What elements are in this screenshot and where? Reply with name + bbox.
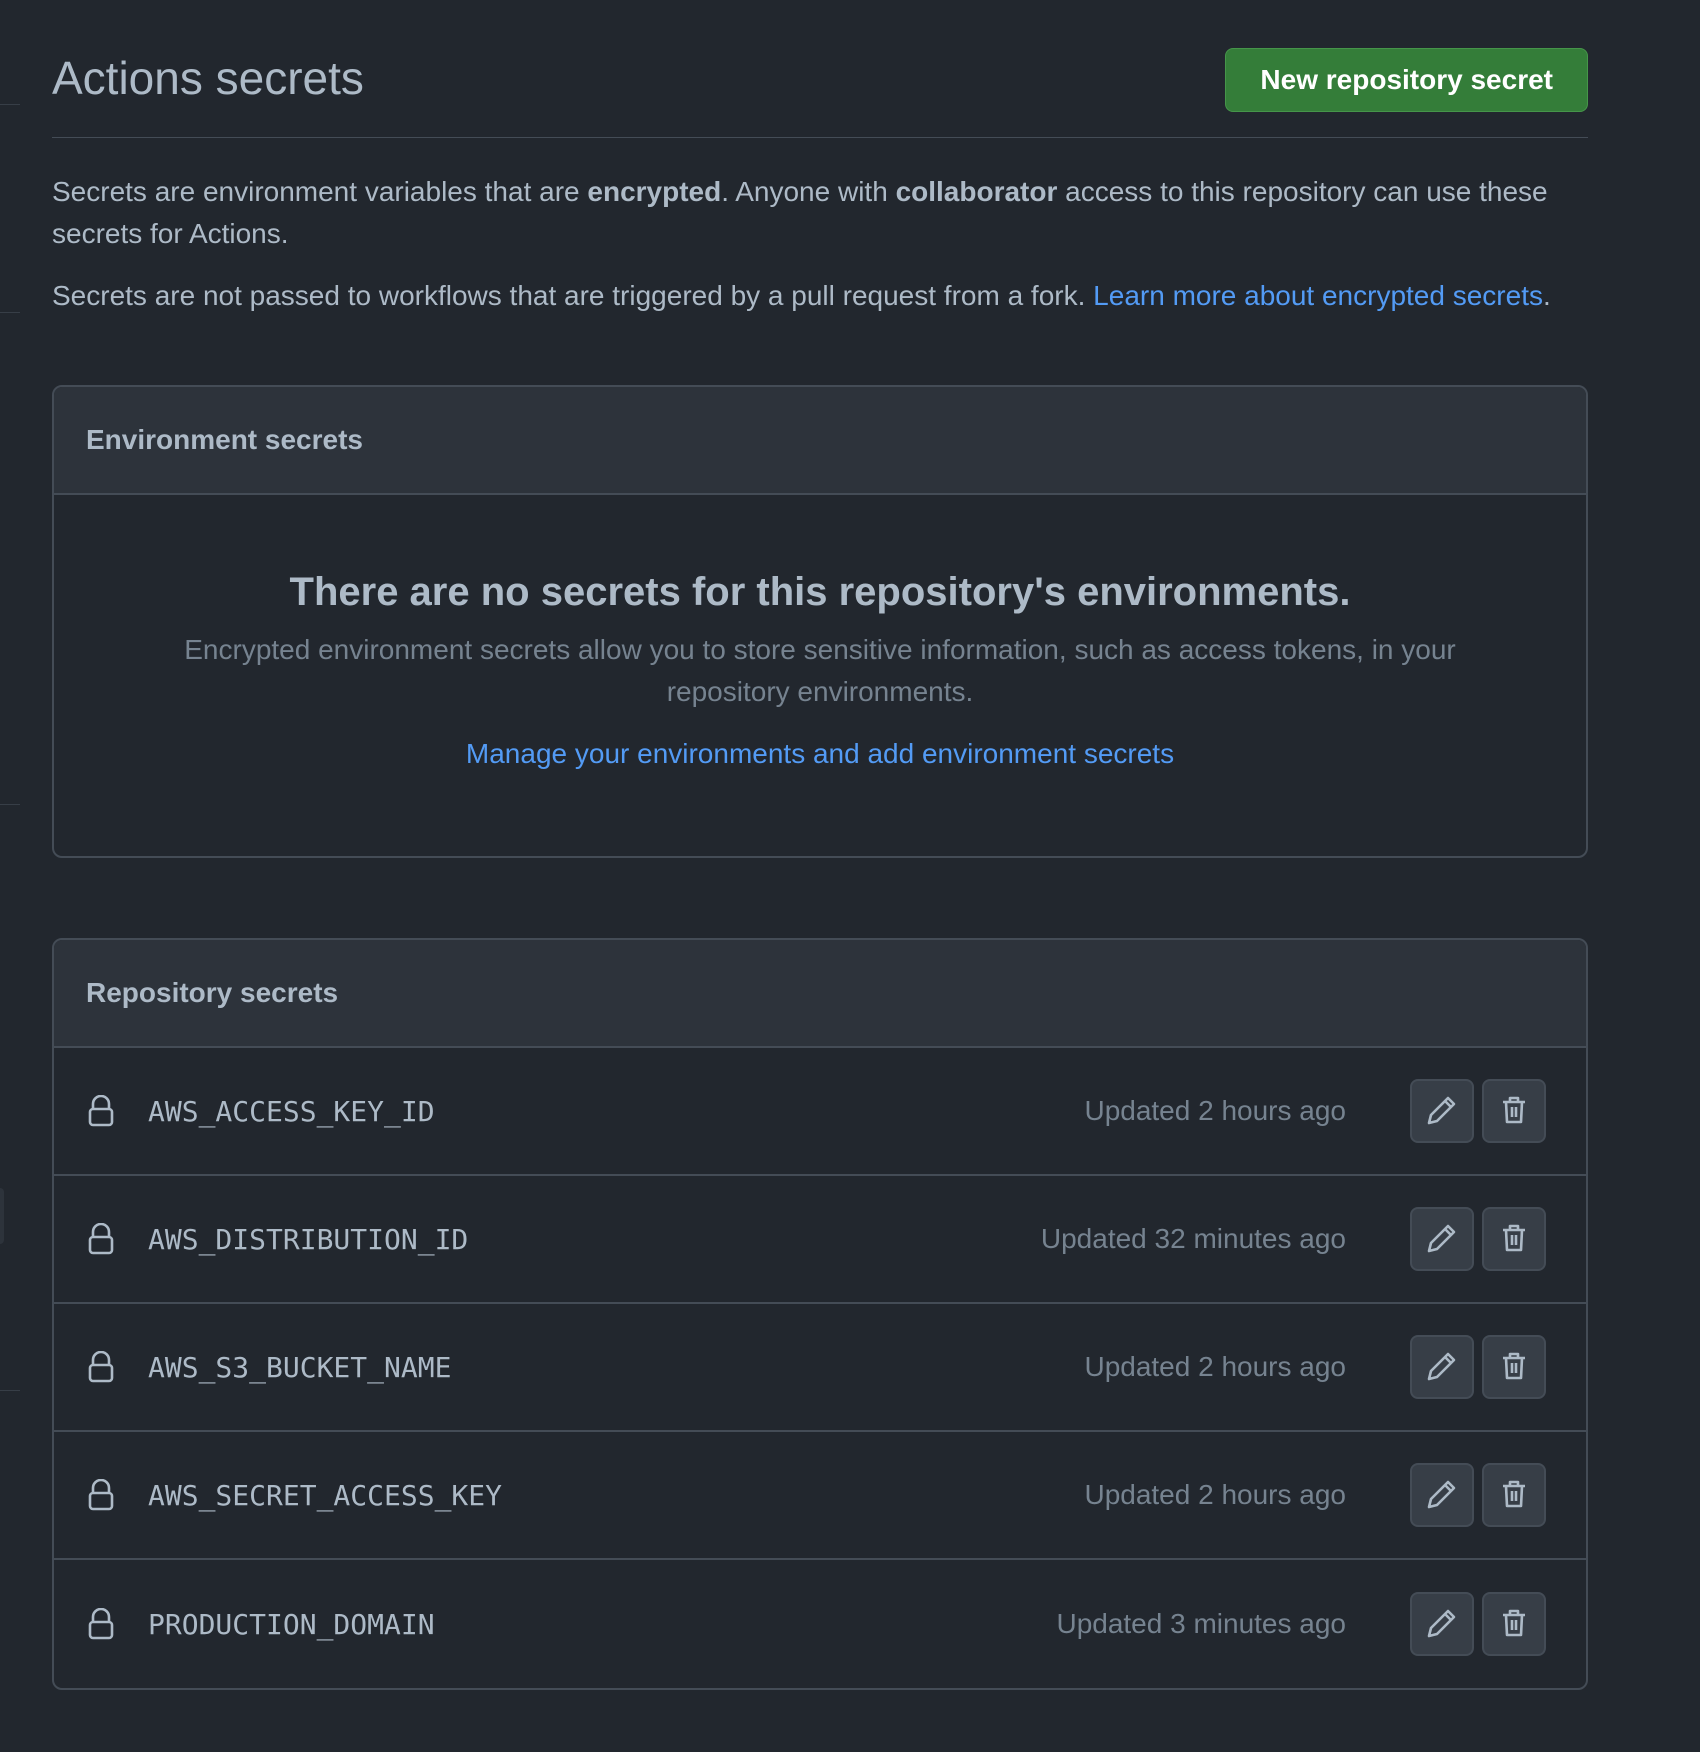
environment-secrets-title: Environment secrets	[86, 424, 363, 455]
pencil-icon	[1425, 1093, 1459, 1130]
delete-secret-button[interactable]	[1482, 1463, 1546, 1527]
sidebar-edge-tab	[0, 1188, 4, 1244]
secret-row: AWS_SECRET_ACCESS_KEY Updated 2 hours ag…	[54, 1432, 1586, 1560]
sidebar-edge-divider	[0, 1390, 20, 1391]
pencil-icon	[1425, 1606, 1459, 1643]
lock-icon	[86, 1222, 116, 1256]
delete-secret-button[interactable]	[1482, 1079, 1546, 1143]
trash-icon	[1500, 1222, 1528, 1257]
secret-updated-time: Updated 2 hours ago	[1084, 1351, 1346, 1382]
edit-secret-button[interactable]	[1410, 1592, 1474, 1656]
environment-secrets-box: Environment secrets There are no secrets…	[52, 385, 1588, 858]
secret-updated-time: Updated 3 minutes ago	[1056, 1608, 1346, 1639]
page-title: Actions secrets	[52, 52, 364, 104]
repository-secrets-title: Repository secrets	[86, 977, 339, 1008]
repository-secrets-header: Repository secrets	[54, 940, 1586, 1048]
sidebar-edge-divider	[0, 104, 20, 105]
lock-icon	[86, 1350, 116, 1384]
repository-secrets-box: Repository secrets AWS_ACCESS_KEY_ID Upd…	[52, 938, 1588, 1690]
secret-name: AWS_SECRET_ACCESS_KEY	[148, 1478, 503, 1512]
secret-updated-time: Updated 2 hours ago	[1084, 1479, 1346, 1510]
secret-name: PRODUCTION_DOMAIN	[148, 1607, 435, 1641]
secret-row: AWS_S3_BUCKET_NAME Updated 2 hours ago	[54, 1304, 1586, 1432]
lock-icon	[86, 1478, 116, 1512]
delete-secret-button[interactable]	[1482, 1335, 1546, 1399]
page-header: Actions secrets New repository secret	[52, 0, 1588, 138]
description-forks: Secrets are not passed to workflows that…	[52, 275, 1588, 317]
edit-secret-button[interactable]	[1410, 1207, 1474, 1271]
manage-environments-link[interactable]: Manage your environments and add environ…	[466, 733, 1174, 775]
description-encryption: Secrets are environment variables that a…	[52, 171, 1588, 255]
edit-secret-button[interactable]	[1410, 1079, 1474, 1143]
description-bold-encrypted: encrypted	[587, 176, 722, 207]
trash-icon	[1500, 1607, 1528, 1642]
empty-state-description: Encrypted environment secrets allow you …	[184, 634, 1456, 707]
description-bold-collaborator: collaborator	[895, 176, 1058, 207]
trash-icon	[1500, 1478, 1528, 1513]
sidebar-edge-divider	[0, 804, 20, 805]
description-text: Secrets are environment variables that a…	[52, 176, 588, 207]
secret-updated-time: Updated 32 minutes ago	[1040, 1223, 1346, 1254]
secret-row: PRODUCTION_DOMAIN Updated 3 minutes ago	[54, 1560, 1586, 1688]
description-text: . Anyone with	[721, 176, 896, 207]
edit-secret-button[interactable]	[1410, 1335, 1474, 1399]
lock-icon	[86, 1607, 116, 1641]
delete-secret-button[interactable]	[1482, 1592, 1546, 1656]
sidebar-edge-divider	[0, 312, 20, 313]
trash-icon	[1500, 1350, 1528, 1385]
pencil-icon	[1425, 1349, 1459, 1386]
new-repository-secret-button[interactable]: New repository secret	[1225, 48, 1588, 112]
secret-updated-time: Updated 2 hours ago	[1084, 1095, 1346, 1126]
environment-secrets-header: Environment secrets	[54, 387, 1586, 495]
pencil-icon	[1425, 1221, 1459, 1258]
empty-state-title: There are no secrets for this repository…	[289, 570, 1351, 614]
description-text: Secrets are not passed to workflows that…	[52, 280, 1094, 311]
environment-secrets-empty-state: There are no secrets for this repository…	[54, 495, 1586, 775]
secret-name: AWS_S3_BUCKET_NAME	[148, 1350, 452, 1384]
lock-icon	[86, 1094, 116, 1128]
secret-name: AWS_DISTRIBUTION_ID	[148, 1222, 469, 1256]
description-text: .	[1542, 280, 1551, 311]
secret-row: AWS_DISTRIBUTION_ID Updated 32 minutes a…	[54, 1176, 1586, 1304]
edit-secret-button[interactable]	[1410, 1463, 1474, 1527]
secret-row: AWS_ACCESS_KEY_ID Updated 2 hours ago	[54, 1048, 1586, 1176]
trash-icon	[1500, 1094, 1528, 1129]
secret-name: AWS_ACCESS_KEY_ID	[148, 1094, 435, 1128]
main-content: Actions secrets New repository secret Se…	[52, 0, 1588, 1690]
learn-more-link[interactable]: Learn more about encrypted secrets	[1093, 280, 1543, 311]
delete-secret-button[interactable]	[1482, 1207, 1546, 1271]
pencil-icon	[1425, 1477, 1459, 1514]
